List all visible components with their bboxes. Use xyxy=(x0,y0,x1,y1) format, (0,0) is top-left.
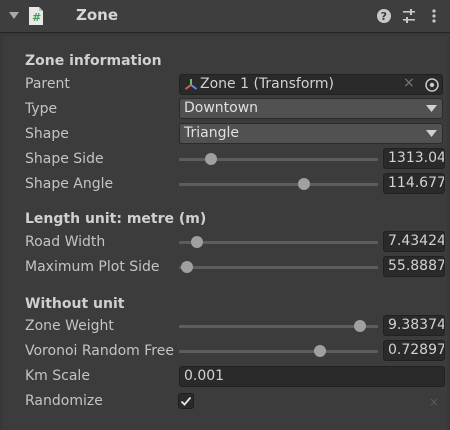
reset-icon[interactable]: × xyxy=(429,395,439,409)
voronoi-slider[interactable] xyxy=(179,345,378,357)
csharp-script-icon: # xyxy=(29,7,43,25)
component-header: # Zone ? xyxy=(0,0,450,33)
km-scale-label: Km Scale xyxy=(25,368,90,384)
road-width-slider[interactable] xyxy=(179,236,378,248)
shape-side-label: Shape Side xyxy=(25,151,104,167)
zone-weight-slider[interactable] xyxy=(179,320,378,332)
svg-text:?: ? xyxy=(381,10,387,23)
road-width-field[interactable]: 7.43424 xyxy=(383,231,445,252)
road-width-label: Road Width xyxy=(25,234,106,250)
section-length-unit: Length unit: metre (m) xyxy=(25,211,207,227)
max-plot-side-value: 55.8887 xyxy=(388,258,445,274)
type-label: Type xyxy=(25,101,58,117)
section-without-unit: Without unit xyxy=(25,296,125,312)
shape-dropdown[interactable]: Triangle xyxy=(179,123,443,144)
slider-thumb[interactable] xyxy=(180,261,193,273)
shape-angle-label: Shape Angle xyxy=(25,176,114,192)
shape-side-value: 1313.04 xyxy=(388,150,445,166)
zone-weight-value: 9.38374 xyxy=(388,317,445,333)
object-picker-icon[interactable] xyxy=(424,77,440,93)
parent-label: Parent xyxy=(25,76,70,92)
randomize-label: Randomize xyxy=(25,393,103,409)
section-zone-information: Zone information xyxy=(25,53,162,69)
triangle-down-icon[interactable] xyxy=(7,8,21,22)
transform-axis-icon xyxy=(184,79,198,90)
chevron-down-icon xyxy=(426,105,437,112)
svg-text:#: # xyxy=(32,11,41,24)
help-icon[interactable]: ? xyxy=(376,8,392,24)
max-plot-side-slider[interactable] xyxy=(179,261,378,273)
slider-thumb[interactable] xyxy=(190,236,203,248)
slider-thumb[interactable] xyxy=(354,320,367,332)
shape-angle-value: 114.677 xyxy=(388,175,445,191)
voronoi-value: 0.72897 xyxy=(388,342,445,358)
shape-angle-field[interactable]: 114.677 xyxy=(383,173,445,194)
voronoi-field[interactable]: 0.72897 xyxy=(383,340,445,361)
component-title: Zone xyxy=(76,6,119,24)
shape-side-field[interactable]: 1313.04 xyxy=(383,148,445,169)
parent-object-field[interactable]: Zone 1 (Transform) × xyxy=(179,74,443,95)
shape-label: Shape xyxy=(25,126,69,142)
type-value: Downtown xyxy=(184,100,259,116)
sliders-icon[interactable] xyxy=(401,8,417,24)
km-scale-value: 0.001 xyxy=(184,368,225,384)
clear-icon[interactable]: × xyxy=(403,75,415,91)
type-dropdown[interactable]: Downtown xyxy=(179,98,443,119)
kebab-menu-icon[interactable] xyxy=(426,8,442,24)
shape-side-slider[interactable] xyxy=(179,153,378,165)
zone-weight-label: Zone Weight xyxy=(25,318,114,334)
slider-thumb[interactable] xyxy=(204,153,217,165)
voronoi-label: Voronoi Random Free xyxy=(25,343,174,359)
parent-value: Zone 1 (Transform) xyxy=(200,76,335,92)
shape-value: Triangle xyxy=(184,125,239,141)
chevron-down-icon xyxy=(426,130,437,137)
checkmark-icon xyxy=(180,396,192,406)
shape-angle-slider[interactable] xyxy=(179,178,378,190)
randomize-checkbox[interactable] xyxy=(178,393,194,409)
road-width-value: 7.43424 xyxy=(388,233,445,249)
zone-weight-field[interactable]: 9.38374 xyxy=(383,315,445,336)
km-scale-field[interactable]: 0.001 xyxy=(179,366,445,387)
max-plot-side-label: Maximum Plot Side xyxy=(25,259,160,275)
max-plot-side-field[interactable]: 55.8887 xyxy=(383,256,445,277)
